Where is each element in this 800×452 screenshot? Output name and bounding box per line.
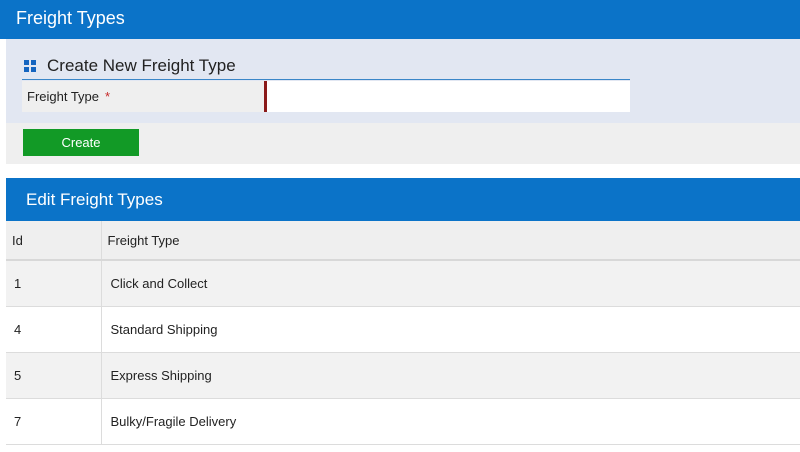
freight-type-input[interactable] [264,81,630,112]
row-id-cell: 5 [6,352,102,398]
edit-freight-types-panel: Edit Freight Types Id Freight Type 1 Cli… [6,178,800,446]
create-panel-title: Create New Freight Type [47,56,236,75]
row-id-cell: 4 [6,306,102,352]
freight-types-table: Id Freight Type 1 Click and Collect 4 St… [6,221,800,445]
edit-panel-title: Edit Freight Types [6,178,800,221]
row-id-cell: 7 [6,398,102,444]
create-button-bar: Create [6,123,800,164]
row-freight-type-cell[interactable]: Standard Shipping [101,306,800,352]
create-freight-type-panel: Create New Freight Type Freight Type * Cr… [6,39,800,164]
row-id-cell: 1 [6,260,102,306]
table-row[interactable]: 7 Bulky/Fragile Delivery [6,398,800,444]
row-freight-type-cell[interactable]: Express Shipping [101,352,800,398]
required-marker: * [105,89,111,104]
table-row[interactable]: 5 Express Shipping [6,352,800,398]
freight-type-field-row: Freight Type * [22,81,630,112]
create-panel-header: Create New Freight Type [24,55,236,77]
row-freight-type-cell[interactable]: Bulky/Fragile Delivery [101,398,800,444]
table-row[interactable]: 1 Click and Collect [6,260,800,306]
freight-type-label: Freight Type * [22,81,264,112]
title-divider [22,79,630,80]
column-header-freight-type[interactable]: Freight Type [101,221,800,260]
column-header-id[interactable]: Id [6,221,102,260]
create-button[interactable]: Create [23,129,139,156]
grid-icon [24,60,36,72]
row-freight-type-cell[interactable]: Click and Collect [101,260,800,306]
table-row[interactable]: 4 Standard Shipping [6,306,800,352]
table-header-row: Id Freight Type [6,221,800,260]
freight-type-label-text: Freight Type [27,89,100,104]
page-title: Freight Types [0,0,800,39]
